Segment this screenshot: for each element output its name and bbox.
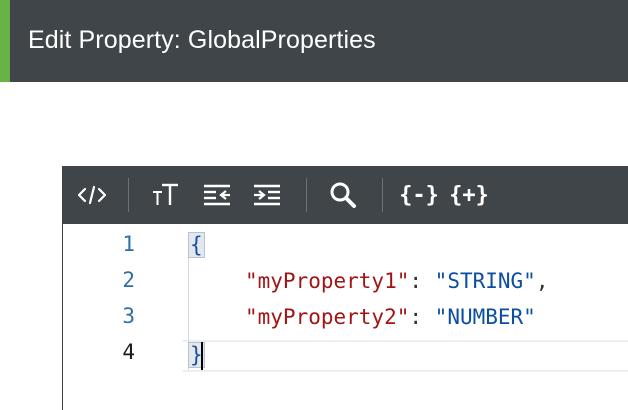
indent-button[interactable] [247, 166, 287, 224]
search-icon [329, 181, 357, 209]
code-line-2[interactable]: "myProperty1": "STRING", [245, 266, 548, 296]
expand-all-icon: {+} [449, 182, 489, 208]
json-editor[interactable]: {-} {+} 1 2 3 4 { "myProperty1": "STRING… [62, 166, 628, 410]
json-value: "NUMBER" [434, 305, 536, 329]
search-button[interactable] [319, 166, 367, 224]
collapse-all-icon: {-} [399, 182, 439, 208]
line-number: 1 [122, 232, 135, 256]
code-line-1[interactable]: { [188, 230, 205, 260]
editor-toolbar: {-} {+} [63, 166, 628, 224]
line-number: 3 [122, 304, 135, 328]
text-size-button[interactable] [143, 166, 189, 224]
header-accent-bar [0, 0, 10, 82]
outdent-icon [202, 183, 232, 207]
outdent-button[interactable] [197, 166, 237, 224]
code-view-button[interactable] [67, 166, 117, 224]
active-line-highlight [183, 340, 628, 372]
toolbar-separator [382, 178, 383, 212]
json-separator: : [409, 269, 435, 293]
json-key: "myProperty2" [245, 305, 410, 329]
line-number: 2 [122, 268, 135, 292]
toolbar-separator [306, 178, 307, 212]
json-comma: , [535, 269, 549, 293]
dialog-header: Edit Property: GlobalProperties [0, 0, 628, 82]
json-value: "STRING" [434, 269, 536, 293]
code-line-3[interactable]: "myProperty2": "NUMBER" [245, 302, 536, 332]
json-key: "myProperty1" [245, 269, 410, 293]
line-number-active: 4 [122, 340, 135, 364]
code-view-icon [77, 184, 107, 206]
text-size-icon [151, 182, 181, 208]
text-cursor [201, 342, 203, 370]
expand-all-button[interactable]: {+} [447, 166, 491, 224]
open-brace: { [188, 232, 205, 258]
line-number-gutter: 1 2 3 4 [63, 224, 175, 410]
dialog-title: Edit Property: GlobalProperties [28, 26, 376, 54]
collapse-all-button[interactable]: {-} [397, 166, 441, 224]
json-separator: : [409, 305, 435, 329]
indent-icon [252, 183, 282, 207]
toolbar-separator [128, 178, 129, 212]
